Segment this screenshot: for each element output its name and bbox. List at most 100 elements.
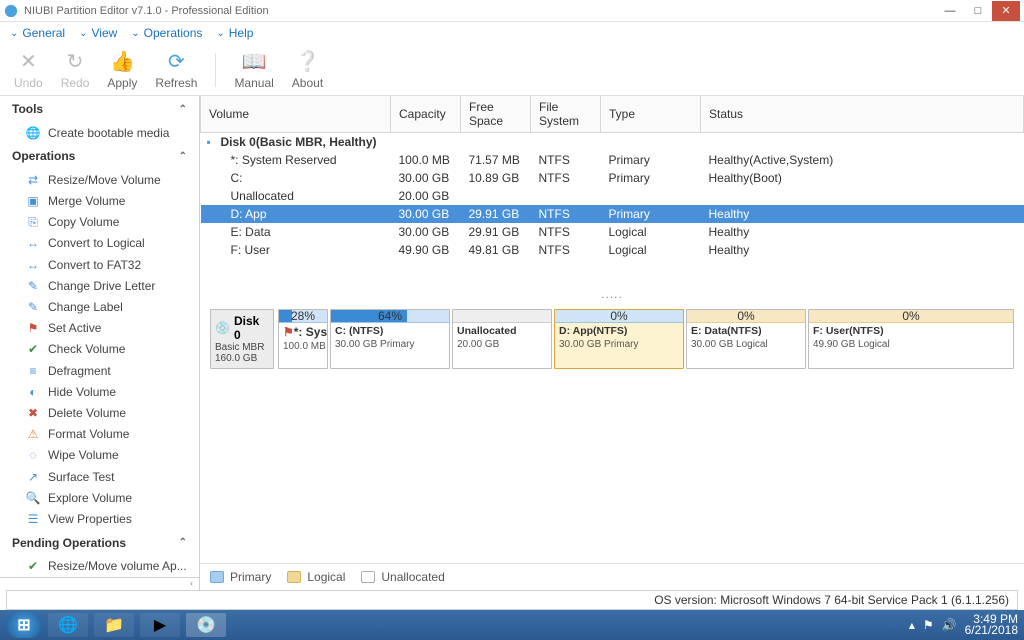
manual-icon: 📖 <box>242 50 266 74</box>
sidebar-surface-test[interactable]: ↗Surface Test <box>0 466 199 487</box>
manual-button[interactable]: 📖Manual <box>234 50 273 90</box>
partition-unallocated[interactable]: Unallocated 20.00 GB <box>452 309 552 369</box>
sidebar: Tools⌃ 🌐Create bootable media Operations… <box>0 96 200 590</box>
col-fs[interactable]: File System <box>531 96 601 133</box>
col-type[interactable]: Type <box>601 96 701 133</box>
toolbar: ✕Undo ↻Redo 👍Apply ⟳Refresh 📖Manual ❔Abo… <box>0 44 1024 96</box>
col-capacity[interactable]: Capacity <box>391 96 461 133</box>
close-button[interactable]: ✕ <box>992 1 1020 21</box>
partition-f[interactable]: 0% F: User(NTFS) 49.90 GB Logical <box>808 309 1014 369</box>
sidebar-tools-header[interactable]: Tools⌃ <box>0 96 199 122</box>
about-label: About <box>292 76 323 90</box>
table-row[interactable]: E: Data30.00 GB29.91 GBNTFSLogicalHealth… <box>201 223 1024 241</box>
sidebar-properties[interactable]: ☰View Properties <box>0 508 199 529</box>
refresh-button[interactable]: ⟳Refresh <box>155 50 197 90</box>
sidebar-to-logical[interactable]: ↔Convert to Logical <box>0 233 199 254</box>
surface-icon: ↗ <box>26 470 40 484</box>
explore-icon: 🔍 <box>26 491 40 505</box>
convert-icon: ↔ <box>26 258 40 272</box>
apply-button[interactable]: 👍Apply <box>107 50 137 90</box>
legend: Primary Logical Unallocated <box>200 563 1024 590</box>
col-status[interactable]: Status <box>701 96 1024 133</box>
sidebar-collapse[interactable]: ‹ <box>0 577 199 590</box>
format-icon: ⚠ <box>26 427 40 441</box>
sidebar-pending-resize[interactable]: ✔Resize/Move volume Ap... <box>0 556 199 577</box>
sidebar-delete[interactable]: ✖Delete Volume <box>0 402 199 423</box>
partition-system-reserved[interactable]: 28% ⚑*: Sys... 100.0 MB P. <box>278 309 328 369</box>
sidebar-defrag[interactable]: ≡Defragment <box>0 360 199 381</box>
taskbar: ⊞ 🌐 📁 ▶ 💿 ▴ ⚑ 🔊 3:49 PM 6/21/2018 <box>0 610 1024 640</box>
partition-d-selected[interactable]: 0% D: App(NTFS) 30.00 GB Primary <box>554 309 684 369</box>
merge-icon: ▣ <box>26 194 40 208</box>
apply-icon: 👍 <box>110 50 134 74</box>
taskbar-explorer-icon[interactable]: 📁 <box>94 613 134 637</box>
tray-volume-icon[interactable]: 🔊 <box>942 618 957 632</box>
sidebar-wipe[interactable]: ◌Wipe Volume <box>0 445 199 466</box>
start-button[interactable]: ⊞ <box>6 612 42 638</box>
legend-primary: Primary <box>210 570 271 584</box>
sidebar-change-label[interactable]: ✎Change Label <box>0 296 199 317</box>
convert-icon: ↔ <box>26 236 40 250</box>
legend-unallocated: Unallocated <box>361 570 444 584</box>
sidebar-create-bootable[interactable]: 🌐Create bootable media <box>0 122 199 143</box>
table-row-selected[interactable]: D: App30.00 GB29.91 GBNTFSPrimaryHealthy <box>201 205 1024 223</box>
sidebar-hide[interactable]: ◐Hide Volume <box>0 381 199 402</box>
system-tray: ▴ ⚑ 🔊 3:49 PM 6/21/2018 <box>909 614 1018 636</box>
label-icon: ✎ <box>26 300 40 314</box>
menu-general[interactable]: General <box>10 26 65 40</box>
splitter[interactable]: ..... <box>200 285 1024 303</box>
partition-e[interactable]: 0% E: Data(NTFS) 30.00 GB Logical <box>686 309 806 369</box>
about-button[interactable]: ❔About <box>292 50 323 90</box>
redo-icon: ↻ <box>63 50 87 74</box>
disk-info-box[interactable]: 💿Disk 0 Basic MBR 160.0 GB <box>210 309 274 369</box>
table-row[interactable]: C:30.00 GB10.89 GBNTFSPrimaryHealthy(Boo… <box>201 169 1024 187</box>
title-bar: NIUBI Partition Editor v7.1.0 - Professi… <box>0 0 1024 22</box>
refresh-icon: ⟳ <box>164 50 188 74</box>
taskbar-app-icon[interactable]: 💿 <box>186 613 226 637</box>
maximize-button[interactable]: □ <box>964 1 992 21</box>
minimize-button[interactable]: — <box>936 1 964 21</box>
menu-view[interactable]: View <box>79 26 117 40</box>
hide-icon: ◐ <box>26 385 40 399</box>
sidebar-format[interactable]: ⚠Format Volume <box>0 424 199 445</box>
disk-label: Disk 0 <box>234 314 269 342</box>
col-volume[interactable]: Volume <box>201 96 391 133</box>
partition-c[interactable]: 64% C: (NTFS) 30.00 GB Primary <box>330 309 450 369</box>
sidebar-check[interactable]: ✔Check Volume <box>0 339 199 360</box>
sidebar-pending-header[interactable]: Pending Operations⌃ <box>0 530 199 556</box>
tray-clock[interactable]: 3:49 PM 6/21/2018 <box>965 614 1018 636</box>
table-row[interactable]: F: User49.90 GB49.81 GBNTFSLogicalHealth… <box>201 241 1024 259</box>
app-icon <box>4 4 18 18</box>
sidebar-set-active[interactable]: ⚑Set Active <box>0 318 199 339</box>
undo-icon: ✕ <box>16 50 40 74</box>
sidebar-explore[interactable]: 🔍Explore Volume <box>0 487 199 508</box>
menu-bar: General View Operations Help <box>0 22 1024 44</box>
content-area: Volume Capacity Free Space File System T… <box>200 96 1024 590</box>
table-row[interactable]: Unallocated20.00 GB <box>201 187 1024 205</box>
table-row[interactable]: *: System Reserved100.0 MB71.57 MBNTFSPr… <box>201 151 1024 169</box>
menu-operations[interactable]: Operations <box>131 26 202 40</box>
sidebar-merge[interactable]: ▣Merge Volume <box>0 190 199 211</box>
sidebar-copy[interactable]: ⎘Copy Volume <box>0 212 199 233</box>
sidebar-to-fat32[interactable]: ↔Convert to FAT32 <box>0 254 199 275</box>
taskbar-media-icon[interactable]: ▶ <box>140 613 180 637</box>
toolbar-separator <box>215 53 216 87</box>
redo-button[interactable]: ↻Redo <box>61 50 90 90</box>
tray-chevron-icon[interactable]: ▴ <box>909 618 915 632</box>
chevron-up-icon: ⌃ <box>179 151 187 162</box>
sidebar-resize[interactable]: ⇄Resize/Move Volume <box>0 169 199 190</box>
col-free[interactable]: Free Space <box>461 96 531 133</box>
tray-flag-icon[interactable]: ⚑ <box>923 618 934 632</box>
disk-header-row[interactable]: Disk 0(Basic MBR, Healthy) <box>201 133 1024 152</box>
sidebar-drive-letter[interactable]: ✎Change Drive Letter <box>0 275 199 296</box>
flag-icon: ⚑ <box>26 321 40 335</box>
sidebar-operations-header[interactable]: Operations⌃ <box>0 143 199 169</box>
delete-icon: ✖ <box>26 406 40 420</box>
taskbar-ie-icon[interactable]: 🌐 <box>48 613 88 637</box>
copy-icon: ⎘ <box>26 215 40 229</box>
undo-button[interactable]: ✕Undo <box>14 50 43 90</box>
letter-icon: ✎ <box>26 279 40 293</box>
window-title: NIUBI Partition Editor v7.1.0 - Professi… <box>24 5 936 17</box>
disk-icon: 💿 <box>215 321 230 335</box>
menu-help[interactable]: Help <box>216 26 253 40</box>
